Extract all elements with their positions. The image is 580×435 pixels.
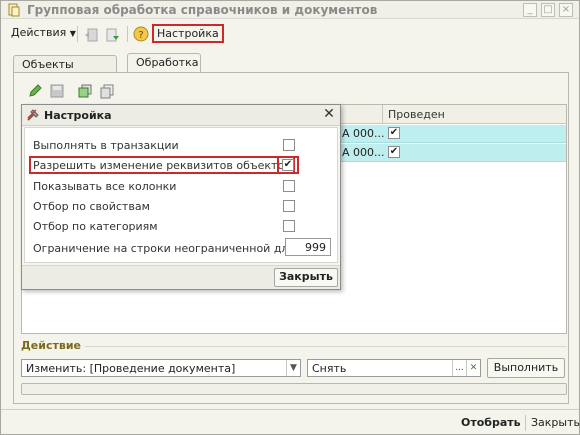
bottom-bar: Отобрать Закрыть [1, 409, 580, 434]
toolbar-divider [127, 26, 128, 42]
posted-checkbox[interactable]: ✔ [388, 146, 400, 158]
settings-button[interactable]: Настройка [152, 24, 224, 43]
copy-rows-icon[interactable] [77, 83, 93, 99]
posted-checkbox[interactable]: ✔ [388, 127, 400, 139]
close-button[interactable]: Закрыть [531, 416, 580, 429]
select-button[interactable]: Отобрать [461, 416, 521, 429]
clear-icon[interactable]: ✕ [466, 360, 480, 376]
dialog-body: Выполнять в транзакции Разрешить изменен… [24, 127, 338, 263]
dialog-footer: Закрыть [22, 265, 340, 289]
option-filter-categories-label: Отбор по категориям [33, 220, 158, 233]
help-icon[interactable]: ? [133, 26, 149, 42]
action-select[interactable]: Изменить: [Проведение документа] ▼ [21, 359, 301, 377]
toolbar: Действия ▼ ? Настройка [1, 23, 579, 45]
arrow-left-icon[interactable] [83, 27, 99, 43]
param-input-value: Снять [312, 362, 347, 375]
window-title: Групповая обработка справочников и докум… [27, 3, 378, 17]
toolbar-divider [77, 26, 78, 42]
param-input[interactable]: Снять ... ✕ [307, 359, 481, 377]
limit-input[interactable]: 999 [285, 238, 331, 256]
execute-button[interactable]: Выполнить [487, 358, 565, 378]
tab-processing[interactable]: Обработка [127, 53, 201, 73]
actions-menu[interactable]: Действия ▼ [11, 26, 76, 39]
action-select-value: Изменить: [Проведение документа] [26, 362, 236, 375]
action-section-title: Действие [21, 339, 81, 352]
app-icon [8, 3, 20, 17]
option-transaction-label: Выполнять в транзакции [33, 139, 179, 152]
ellipsis-button[interactable]: ... [452, 360, 466, 376]
chevron-down-icon[interactable]: ▼ [286, 360, 300, 376]
save-icon[interactable] [49, 83, 65, 99]
option-allow-edit-checkbox[interactable]: ✔ [282, 159, 294, 171]
dialog-title-bar: Настройка ✕ [22, 105, 340, 126]
close-icon[interactable]: ✕ [322, 107, 336, 121]
help-label: ? [138, 30, 143, 41]
minimize-button[interactable]: _ [523, 3, 537, 17]
edit-icon[interactable] [27, 83, 43, 99]
column-header-posted[interactable]: Проведен [388, 108, 445, 121]
bottom-divider [525, 415, 526, 431]
option-allow-edit-highlight: ✔ [277, 156, 299, 174]
tools-icon [27, 109, 39, 121]
tab-selection-objects[interactable]: Объекты отбора [13, 55, 117, 84]
option-filter-categories-checkbox[interactable] [283, 220, 295, 232]
main-window: Групповая обработка справочников и докум… [0, 0, 580, 435]
progress-bar [21, 383, 567, 395]
maximize-button[interactable]: □ [541, 3, 555, 17]
export-icon[interactable] [105, 27, 121, 43]
row-document: А 000... [342, 127, 385, 140]
option-show-all-columns-label: Показывать все колонки [33, 180, 177, 193]
section-divider [85, 346, 567, 347]
column-divider [382, 105, 383, 124]
window-close-button[interactable]: × [559, 3, 573, 17]
row-document: А 000... [342, 146, 385, 159]
option-transaction-checkbox[interactable] [283, 139, 295, 151]
option-filter-properties-checkbox[interactable] [283, 200, 295, 212]
chevron-down-icon: ▼ [69, 29, 76, 38]
duplicate-icon[interactable] [99, 83, 115, 99]
option-filter-properties-label: Отбор по свойствам [33, 200, 150, 213]
actions-label: Действия [11, 26, 67, 39]
option-show-all-columns-checkbox[interactable] [283, 180, 295, 192]
settings-dialog: Настройка ✕ Выполнять в транзакции Разре… [21, 104, 341, 290]
option-allow-edit-label: Разрешить изменение реквизитов объектов [29, 156, 295, 174]
limit-label: Ограничение на строки неограниченной дли… [33, 242, 316, 255]
title-bar: Групповая обработка справочников и докум… [1, 1, 579, 19]
dialog-title: Настройка [44, 109, 112, 122]
dialog-close-button[interactable]: Закрыть [274, 268, 338, 287]
